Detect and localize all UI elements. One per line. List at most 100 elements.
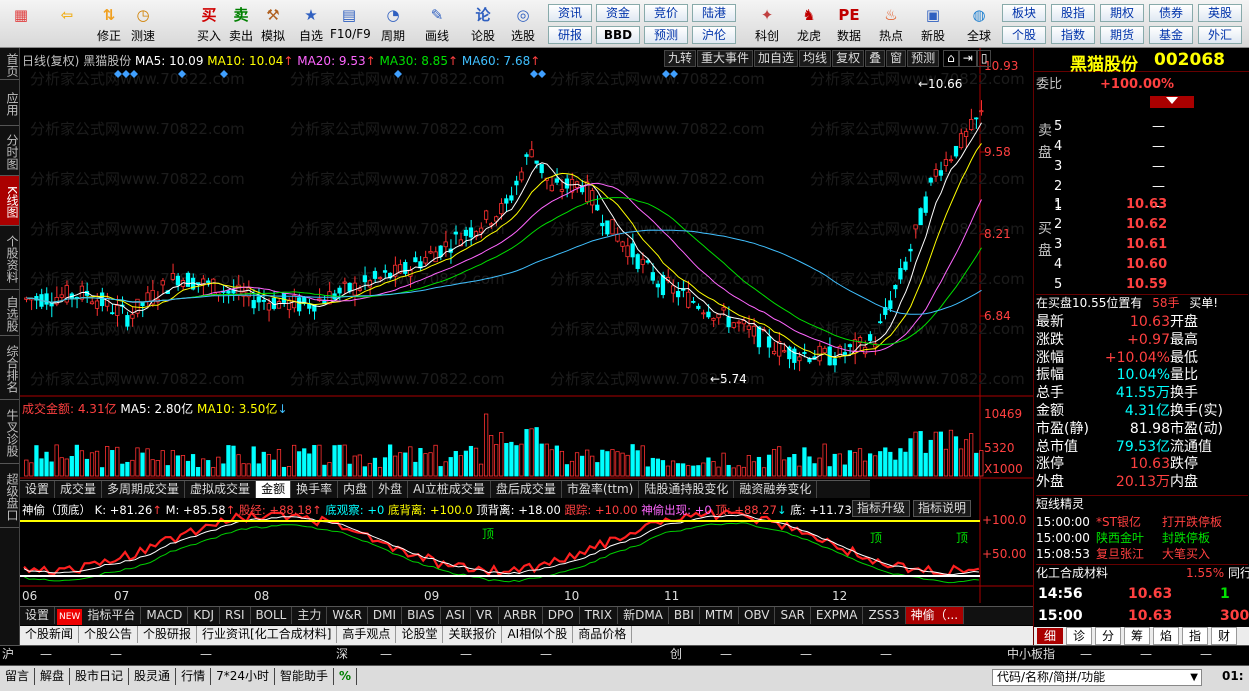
toolbar-button-back-arrow[interactable]: ⇦ <box>48 2 86 46</box>
indicator-tab[interactable]: ARBR <box>499 607 543 624</box>
indicator-tab[interactable]: SAR <box>775 607 811 624</box>
volume-sub-tab[interactable]: 多周期成交量 <box>102 481 186 498</box>
quote-bottom-tab[interactable]: 诊 <box>1066 627 1092 645</box>
toolbar-button-discuss[interactable]: 论论股 <box>464 2 502 46</box>
indicator-tab[interactable]: 指标平台 <box>82 607 142 624</box>
news-tab[interactable]: 关联报价 <box>443 626 503 643</box>
volume-sub-tab[interactable]: 市盈率(ttm) <box>562 481 640 498</box>
quick-button[interactable]: 期权 <box>1100 4 1144 22</box>
indicator-action-button[interactable]: 指标说明 <box>913 500 972 517</box>
volume-sub-tab[interactable]: 陆股通持股变化 <box>639 481 735 498</box>
chart-header-button[interactable]: 复权 <box>832 50 865 67</box>
volume-sub-tab[interactable]: 设置 <box>20 481 56 498</box>
sell-level-row[interactable]: 2— <box>1036 178 1248 195</box>
indicator-tab[interactable]: VR <box>471 607 499 624</box>
short-term-row[interactable]: 15:08:53 复旦张江 大笔买入 <box>1036 546 1248 563</box>
quote-bottom-tab[interactable]: 指 <box>1182 627 1208 645</box>
status-item[interactable]: % <box>334 668 358 685</box>
event-marker-icon[interactable] <box>530 70 538 78</box>
collapse-arrow-icon[interactable] <box>1150 96 1194 108</box>
quick-button[interactable]: 资讯 <box>548 4 592 22</box>
indicator-tab[interactable]: BBI <box>669 607 700 624</box>
indicator-tab[interactable]: TRIX <box>580 607 619 624</box>
sz-index[interactable]: 深 <box>336 646 348 663</box>
volume-sub-tab[interactable]: 外盘 <box>373 481 409 498</box>
toolbar-button-star-market[interactable]: ✦ 科创 <box>748 2 786 46</box>
volume-sub-tab[interactable]: 融资融券变化 <box>734 481 818 498</box>
toolbar-button-windows-logo[interactable]: ▦ <box>2 2 40 46</box>
indicator-action-button[interactable]: 指标升级 <box>852 500 911 517</box>
toolbar-button-clock[interactable]: ◷ 测速 <box>124 2 162 46</box>
buy-level-row[interactable]: 2 10.62 <box>1036 216 1248 233</box>
volume-sub-tab[interactable]: 成交量 <box>55 481 103 498</box>
chart-header-button[interactable]: 加自选 <box>754 50 799 67</box>
news-tab[interactable]: AI相似个股 <box>502 626 574 643</box>
toolbar-button-f10[interactable]: ▤ F10/F9 <box>330 2 371 46</box>
chart-header-button[interactable]: 重大事件 <box>697 50 754 67</box>
volume-sub-tab[interactable]: 内盘 <box>338 481 374 498</box>
indicator-tab[interactable]: RSI <box>220 607 251 624</box>
news-tab[interactable]: 高手观点 <box>337 626 397 643</box>
indicator-tab[interactable]: EXPMA <box>811 607 864 624</box>
quick-button[interactable]: 竞价 <box>644 4 688 22</box>
left-tab-2[interactable]: 分时图 <box>0 126 19 176</box>
news-tab[interactable]: 个股公告 <box>79 626 139 643</box>
news-tab[interactable]: 行业资讯[化工合成材料] <box>197 626 338 643</box>
sell-level-row[interactable]: 5— <box>1036 118 1248 135</box>
status-item[interactable]: 智能助手 <box>275 668 334 685</box>
quote-bottom-tab[interactable]: 筹 <box>1124 627 1150 645</box>
indicator-tab[interactable]: DPO <box>543 607 580 624</box>
left-tab-8[interactable]: 超级盘口 <box>0 464 19 528</box>
panel-toggle-icon[interactable]: ▯ <box>976 50 992 67</box>
chart-header-button[interactable]: 均线 <box>799 50 832 67</box>
chart-header-button[interactable]: 叠 <box>865 50 886 67</box>
news-tab[interactable]: 商品价格 <box>573 626 633 643</box>
short-term-row[interactable]: 15:00:00 *ST银亿 打开跌停板 <box>1036 514 1248 531</box>
volume-sub-tab[interactable]: 盘后成交量 <box>491 481 562 498</box>
indicator-tab[interactable]: 设置 <box>20 607 56 624</box>
left-tab-6[interactable]: 综合排名 <box>0 336 19 400</box>
quick-button[interactable]: 股指 <box>1051 4 1095 22</box>
status-item[interactable]: 解盘 <box>35 668 71 685</box>
left-tab-7[interactable]: 牛叉诊股 <box>0 400 19 464</box>
indicator-tab[interactable]: MACD <box>141 607 189 624</box>
toolbar-button-fire[interactable]: ♨ 热点 <box>872 2 910 46</box>
volume-sub-tab[interactable]: 换手率 <box>291 481 339 498</box>
sell-level-row[interactable]: 3— <box>1036 158 1248 175</box>
quick-button[interactable]: 期货 <box>1100 26 1144 44</box>
quick-button[interactable]: BBD <box>596 26 640 44</box>
quote-bottom-tab[interactable]: 分 <box>1095 627 1121 645</box>
pin-icon[interactable]: ⇥ <box>958 50 977 67</box>
cy-index[interactable]: 创 <box>670 646 682 663</box>
news-tab[interactable]: 个股研报 <box>138 626 198 643</box>
status-item[interactable]: 股市日记 <box>70 668 130 685</box>
toolbar-button-magnifier-chart[interactable]: ◎ 选股 <box>504 2 542 46</box>
toolbar-button-pe[interactable]: PE 数据 <box>830 2 868 46</box>
quick-button[interactable]: 陆港 <box>692 4 736 22</box>
toolbar-button-period[interactable]: ◔ 周期 <box>374 2 412 46</box>
industry-row[interactable]: 化工合成材料 1.55% 同行 <box>1036 564 1249 581</box>
status-item[interactable]: 行情 <box>176 668 212 685</box>
search-input[interactable]: 代码/名称/简拼/功能 <box>997 670 1105 685</box>
toolbar-button-dragon-tiger[interactable]: ♞ 龙虎 <box>790 2 828 46</box>
indicator-tab[interactable]: MTM <box>700 607 739 624</box>
buy-level-row[interactable]: 5 10.59 <box>1036 276 1248 293</box>
sell-level-row[interactable]: 4— <box>1036 138 1248 155</box>
indicator-tab[interactable]: KDJ <box>188 607 220 624</box>
indicator-tab[interactable]: OBV <box>739 607 776 624</box>
buy-level-row[interactable]: 4 10.60 <box>1036 256 1248 273</box>
indicator-tab[interactable]: BIAS <box>402 607 441 624</box>
quick-button[interactable]: 个股 <box>1002 26 1046 44</box>
event-marker-icon[interactable] <box>538 70 546 78</box>
short-term-row[interactable]: 15:00:00 陕西金叶 封跌停板 <box>1036 530 1248 547</box>
zx-index[interactable]: 中小板指 <box>1007 646 1055 663</box>
indicator-tab[interactable]: 神偷（... <box>905 607 965 624</box>
indicator-tab[interactable]: BOLL <box>251 607 293 624</box>
quote-bottom-tab[interactable]: 细 <box>1037 628 1063 644</box>
indicator-tab[interactable]: ZSS3 <box>863 607 906 624</box>
quick-button[interactable]: 英股 <box>1198 4 1242 22</box>
quick-button[interactable]: 板块 <box>1002 4 1046 22</box>
lock-icon[interactable]: ⌂ <box>943 50 959 67</box>
indicator-tab[interactable]: 主力 <box>292 607 328 624</box>
search-box[interactable]: 代码/名称/简拼/功能 ▼ <box>992 669 1202 686</box>
